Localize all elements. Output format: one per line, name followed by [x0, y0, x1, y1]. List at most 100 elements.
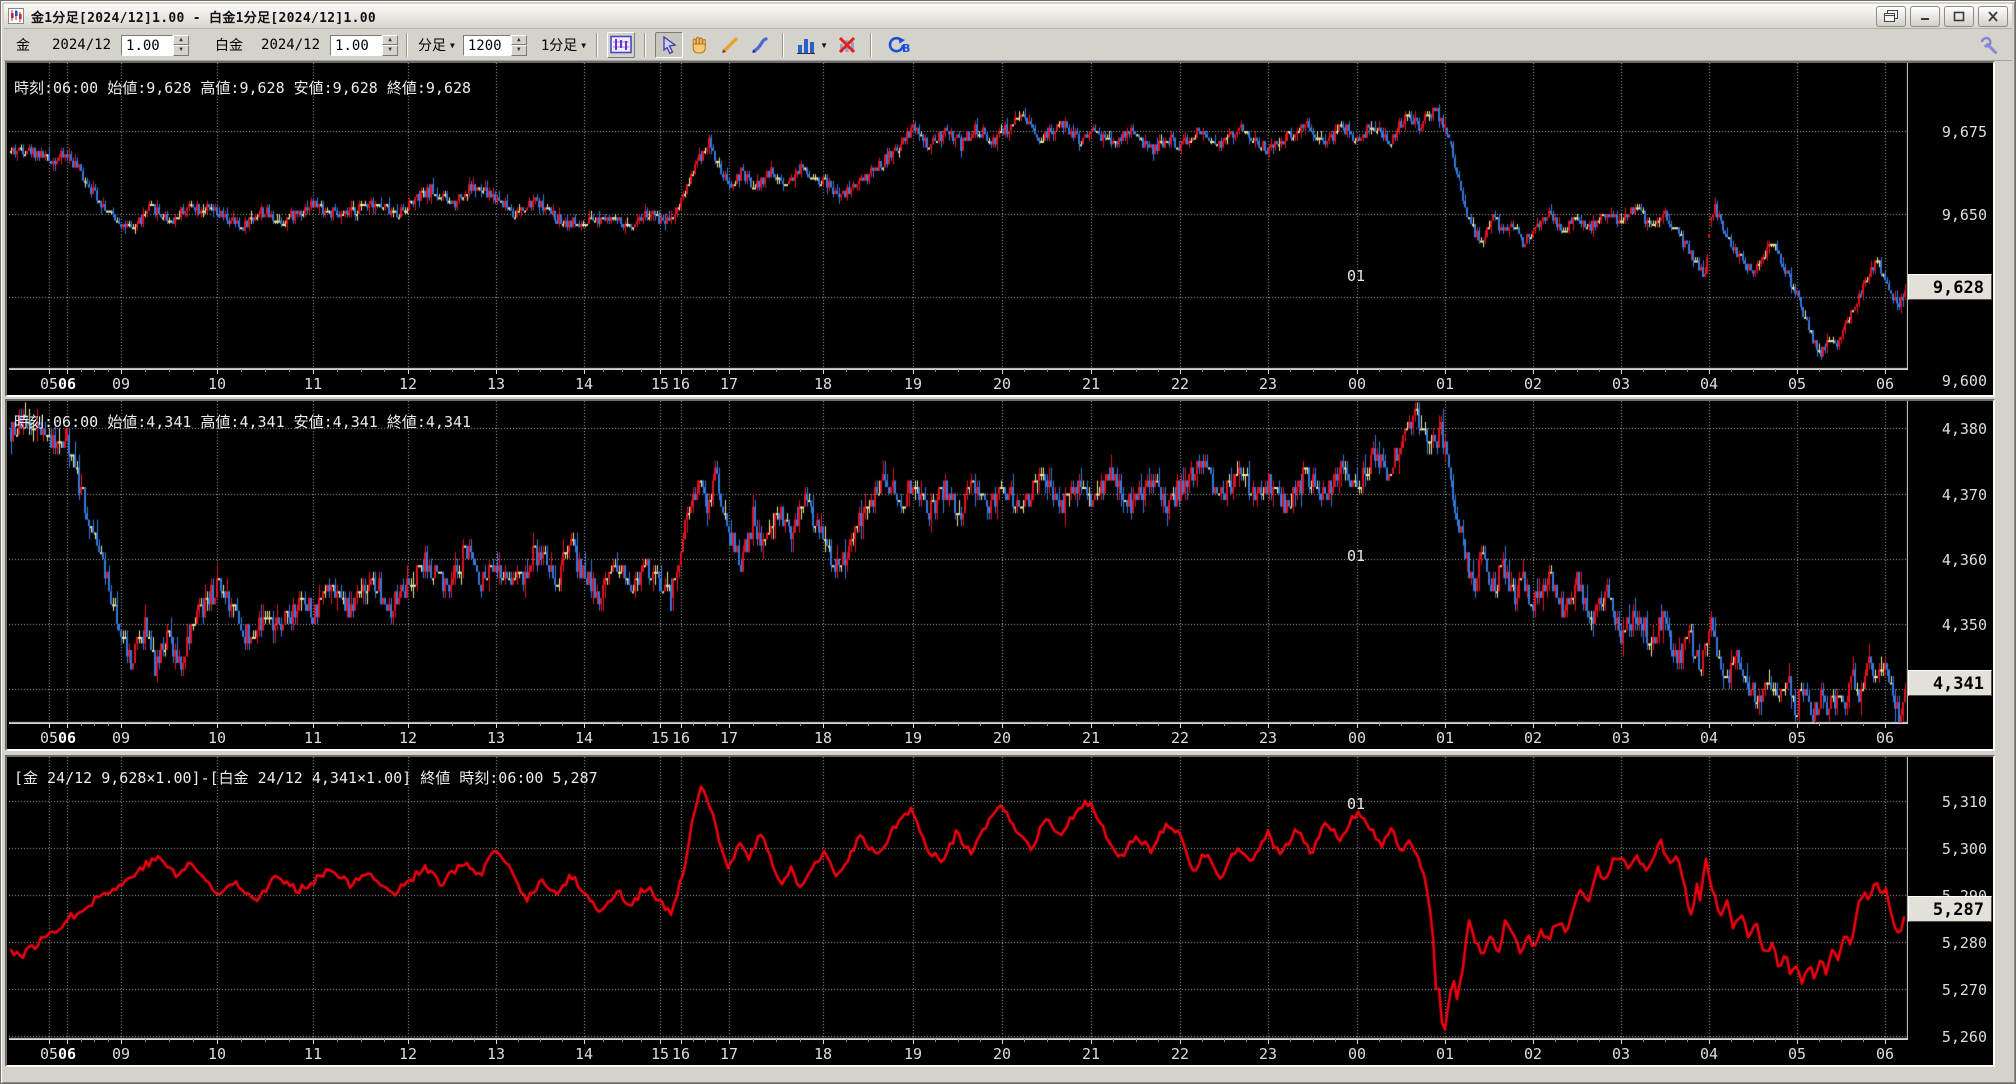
minor-tick: [540, 1039, 541, 1042]
platinum-price-axis[interactable]: 4,341 4,380 4,370 4,360 4,350: [1908, 401, 1993, 749]
minor-tick: [1753, 1039, 1754, 1042]
time-axis-label: 18: [813, 375, 833, 393]
price-axis-label: 4,380: [1941, 420, 1987, 438]
refresh-button[interactable]: B: [881, 32, 915, 58]
minor-tick: [474, 723, 475, 726]
minor-tick: [1731, 723, 1732, 726]
platinum-time-axis[interactable]: 05 06 09 10 11 12 13 14 15 16 17 18 19 20 21 22 23 00 01 02…: [9, 723, 1908, 749]
cascade-window-button[interactable]: [1876, 5, 1906, 27]
minor-tick: [452, 369, 453, 372]
time-axis-label: 03: [1611, 1045, 1631, 1063]
minor-tick: [753, 369, 754, 372]
time-axis-label: 05: [39, 375, 59, 393]
minor-tick: [891, 1039, 892, 1042]
gold-multiplier-input[interactable]: 1.00: [121, 34, 174, 56]
hour-tick: [67, 369, 68, 374]
minor-tick: [562, 369, 563, 372]
spread-line-chart[interactable]: [9, 757, 1908, 1039]
hour-tick: [1268, 723, 1269, 728]
gold-candlestick-chart[interactable]: [9, 63, 1908, 369]
platinum-candlestick-chart[interactable]: [9, 401, 1908, 723]
close-button[interactable]: [1978, 5, 2008, 27]
draw-pen-tool-button[interactable]: [745, 32, 773, 58]
hour-tick: [1621, 723, 1622, 728]
remove-indicator-button[interactable]: [833, 32, 861, 58]
hour-tick: [1002, 1039, 1003, 1044]
minor-tick: [1379, 369, 1380, 372]
spin-down-button[interactable]: ▼: [382, 45, 399, 56]
minor-tick: [1047, 1039, 1048, 1042]
price-axis-label: 9,675: [1941, 123, 1987, 141]
minor-tick: [1158, 369, 1159, 372]
hour-tick: [681, 369, 682, 374]
hour-tick: [1091, 723, 1092, 728]
minor-tick: [1047, 723, 1048, 726]
minor-tick: [717, 1039, 718, 1042]
hour-tick: [496, 369, 497, 374]
spin-up-button[interactable]: ▲: [510, 34, 527, 45]
minor-tick: [693, 723, 694, 726]
time-axis-label: 03: [1611, 375, 1631, 393]
minor-tick: [1841, 723, 1842, 726]
minor-tick: [1290, 369, 1291, 372]
indicator-menu-button[interactable]: ▼: [793, 32, 831, 58]
interval-type-dropdown[interactable]: 分足 ▼: [418, 35, 455, 55]
minor-tick: [337, 1039, 338, 1042]
minor-tick: [540, 369, 541, 372]
chart-settings-button[interactable]: [607, 32, 636, 58]
hour-tick: [584, 369, 585, 374]
title-bar: 金1分足[2024/12]1.00 - 白金1分足[2024/12]1.00: [4, 4, 2012, 29]
minor-tick: [193, 369, 194, 372]
minor-tick: [717, 369, 718, 372]
hour-tick: [1180, 723, 1181, 728]
chevron-down-icon: ▼: [450, 40, 455, 50]
time-axis-label: 14: [574, 375, 594, 393]
minor-tick: [1753, 723, 1754, 726]
spin-up-button[interactable]: ▲: [173, 34, 190, 45]
hour-tick: [1091, 1039, 1092, 1044]
window-title: 金1分足[2024/12]1.00 - 白金1分足[2024/12]1.00: [31, 10, 377, 26]
time-axis-label: 12: [398, 375, 418, 393]
minor-tick: [622, 1039, 623, 1042]
minor-tick: [1158, 723, 1159, 726]
spin-down-button[interactable]: ▼: [173, 45, 190, 56]
spread-value-axis[interactable]: 5,287 5,3105,3005,2905,2805,2705,260: [1908, 757, 1993, 1065]
date-marker: 01: [1347, 795, 1366, 813]
timeframe-dropdown[interactable]: 1分足 ▼: [541, 35, 586, 55]
pan-hand-tool-button[interactable]: [685, 32, 713, 58]
trendline-pencil-tool-button[interactable]: [715, 32, 743, 58]
spin-up-button[interactable]: ▲: [382, 34, 399, 45]
minor-tick: [265, 369, 266, 372]
platinum-contract-month[interactable]: 2024/12: [261, 37, 320, 53]
spread-time-axis[interactable]: 05 06 09 10 11 12 13 14 15 16 17 18 19 20 21 22 23 00 01 02…: [9, 1039, 1908, 1065]
minor-tick: [1599, 1039, 1600, 1042]
cursor-icon: [663, 35, 677, 55]
minor-tick: [1863, 369, 1864, 372]
minimize-button[interactable]: [1910, 5, 1940, 27]
time-axis-label: 05: [39, 729, 59, 747]
time-axis-label: 09: [111, 1045, 131, 1063]
app-icon[interactable]: [8, 8, 24, 24]
minor-tick: [1863, 723, 1864, 726]
select-cursor-tool-button[interactable]: [655, 32, 684, 58]
platinum-multiplier-input[interactable]: 1.00: [330, 34, 383, 56]
gold-time-axis[interactable]: 05 06 09 10 11 12 13 14 15 16 17 18 19 20 21 22 23 00 01 02…: [9, 369, 1908, 395]
minor-tick: [1467, 723, 1468, 726]
time-axis-label: 11: [303, 1045, 323, 1063]
hour-tick: [1180, 1039, 1181, 1044]
spin-down-button[interactable]: ▼: [510, 45, 527, 56]
time-axis-label: 13: [486, 1045, 506, 1063]
hour-tick: [217, 1039, 218, 1044]
minor-tick: [1577, 369, 1578, 372]
minor-tick: [1555, 1039, 1556, 1042]
gold-contract-month[interactable]: 2024/12: [52, 37, 111, 53]
time-axis-label: 19: [903, 729, 923, 747]
maximize-button[interactable]: [1944, 5, 1974, 27]
hour-tick: [729, 369, 730, 374]
settings-wrench-button[interactable]: [1975, 32, 2003, 58]
gold-price-axis[interactable]: 9,628 9,675 9,650 9,600: [1908, 63, 1993, 395]
hour-tick: [1797, 369, 1798, 374]
bar-count-input[interactable]: 1200: [462, 34, 511, 56]
time-axis-label: 18: [813, 1045, 833, 1063]
time-axis-label: 21: [1081, 375, 1101, 393]
